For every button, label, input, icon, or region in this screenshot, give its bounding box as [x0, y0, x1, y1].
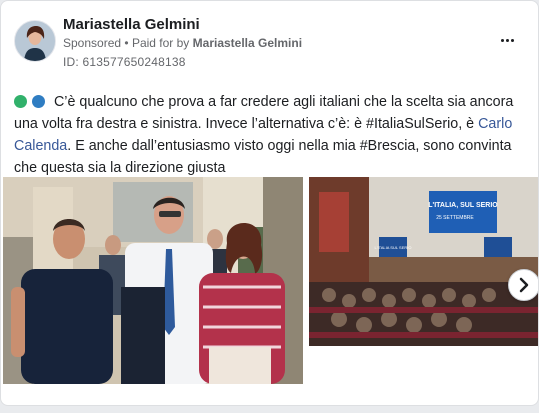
avatar[interactable]	[14, 20, 56, 62]
post-text: C’è qualcuno che prova a far credere agl…	[14, 91, 529, 179]
chevron-right-icon	[519, 277, 529, 293]
post-image-2[interactable]: L'ITALIA, SUL SERIO 25 SETTEMBRE L'ITALI…	[309, 177, 538, 346]
green-circle-icon	[14, 95, 27, 108]
sponsored-line: Sponsored • Paid for by Mariastella Gelm…	[63, 36, 302, 50]
ad-id: ID: 613577650248138	[63, 55, 186, 69]
more-options-button[interactable]	[495, 27, 521, 53]
sponsored-label: Sponsored	[63, 36, 122, 50]
post-image-1[interactable]	[3, 177, 303, 384]
separator: •	[124, 36, 129, 50]
more-horizontal-icon-dot	[511, 39, 514, 42]
stage-banner-line2: 25 SETTEMBRE	[436, 215, 474, 221]
post-text-part2: . E anche dall’entusiasmo visto oggi nel…	[14, 138, 512, 176]
next-image-button[interactable]	[508, 269, 538, 301]
blue-circle-icon	[32, 95, 45, 108]
author-name[interactable]: Mariastella Gelmini	[63, 16, 200, 33]
stage-banner-line1: L'ITALIA, SUL SERIO	[428, 202, 498, 209]
paid-for-prefix: Paid for by	[131, 36, 190, 50]
stage-banner-short: L'ITALIA SUL SERIO	[375, 245, 412, 250]
more-horizontal-icon-dot	[506, 39, 509, 42]
paid-for-name[interactable]: Mariastella Gelmini	[193, 36, 302, 50]
sponsored-post-card: Mariastella Gelmini Sponsored • Paid for…	[0, 0, 539, 406]
post-text-part1: C’è qualcuno che prova a far credere agl…	[14, 94, 514, 132]
more-horizontal-icon	[501, 39, 504, 42]
